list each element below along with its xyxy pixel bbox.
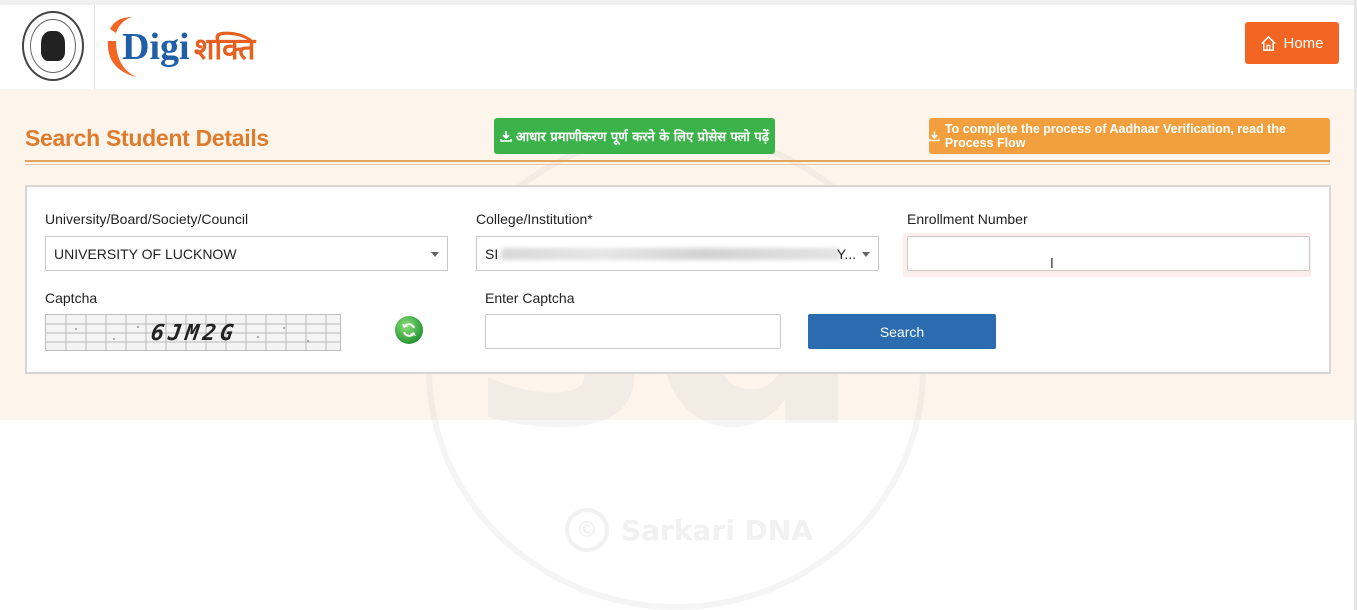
search-button[interactable]: Search	[808, 314, 996, 349]
process-flow-hindi-label: आधार प्रमाणीकरण पूर्ण करने के लिए प्रोसे…	[515, 130, 770, 145]
process-flow-hindi-button[interactable]: आधार प्रमाणीकरण पूर्ण करने के लिए प्रोसे…	[494, 118, 775, 154]
digishakti-logo[interactable]: Digi शक्ति	[102, 11, 282, 85]
title-divider-secondary	[25, 164, 1330, 165]
captcha-code: 6JM2G	[149, 321, 239, 346]
download-icon	[500, 131, 512, 142]
captcha-input[interactable]	[485, 314, 781, 349]
watermark-brand: © Sarkari DNA	[565, 508, 813, 552]
home-icon	[1261, 35, 1277, 51]
chevron-down-icon	[431, 252, 439, 257]
process-flow-english-label: To complete the process of Aadhaar Verif…	[944, 122, 1286, 150]
text-cursor-icon: Ι	[1050, 257, 1054, 272]
chevron-down-icon	[862, 252, 870, 257]
college-label: College/Institution*	[476, 211, 593, 227]
title-divider	[25, 160, 1330, 162]
page-title: Search Student Details	[25, 125, 269, 151]
college-value-prefix: SI	[485, 245, 499, 262]
header-divider	[94, 5, 95, 89]
university-select[interactable]: UNIVERSITY OF LUCKNOW	[45, 236, 448, 271]
enrollment-input[interactable]	[907, 236, 1310, 271]
download-icon	[929, 131, 940, 142]
logo-latin: Digi	[122, 26, 190, 68]
enter-captcha-label: Enter Captcha	[485, 290, 575, 306]
captcha-label: Captcha	[45, 290, 98, 306]
home-button-label: Home	[1283, 34, 1324, 52]
home-button[interactable]: Home	[1245, 22, 1339, 64]
university-label: University/Board/Society/Council	[45, 211, 249, 227]
government-seal-icon	[22, 11, 84, 81]
refresh-icon	[402, 323, 416, 337]
college-select[interactable]: SI Y...	[476, 236, 879, 271]
university-selected-value: UNIVERSITY OF LUCKNOW	[54, 245, 237, 262]
site-header: Digi शक्ति Home	[0, 5, 1357, 89]
refresh-captcha-button[interactable]	[395, 316, 423, 344]
watermark-brand-text: Sarkari DNA	[621, 513, 813, 547]
process-flow-english-button[interactable]: To complete the process of Aadhaar Verif…	[929, 118, 1330, 154]
captcha-image: 6JM2G	[45, 314, 341, 351]
enrollment-label: Enrollment Number	[907, 211, 1028, 227]
copyright-icon: ©	[565, 508, 609, 552]
college-value-redacted	[501, 248, 841, 260]
college-value-suffix: Y...	[836, 246, 856, 262]
logo-devanagari: शक्ति	[194, 31, 257, 67]
